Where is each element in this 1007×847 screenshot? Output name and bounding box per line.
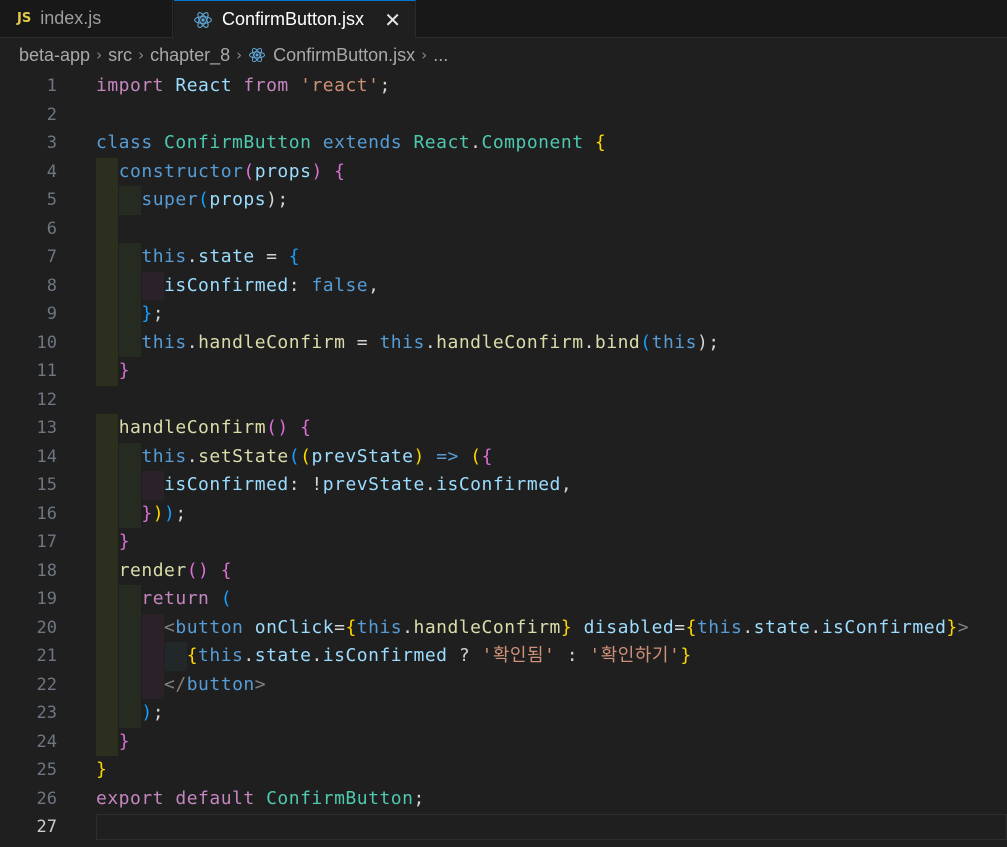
code-text: </button> [164, 673, 267, 695]
code-line: 5 super(props); [0, 186, 1007, 215]
line-number: 2 [46, 104, 57, 125]
react-icon [249, 47, 266, 63]
code-line: 24 } [0, 727, 1007, 756]
code-line: 16 })); [0, 499, 1007, 528]
tab-label: ConfirmButton.jsx [222, 9, 365, 29]
code-text: } [118, 730, 131, 752]
line-number: 5 [46, 190, 57, 210]
current-line-highlight [96, 814, 1007, 840]
code-text: export default ConfirmButton; [96, 787, 425, 809]
code-line: 26 export default ConfirmButton; [0, 785, 1007, 814]
chevron-right-icon: › [138, 46, 145, 64]
code-text: this.state = { [141, 246, 301, 267]
line-number: 24 [36, 731, 57, 752]
code-line: 23 ); [0, 699, 1007, 728]
line-number: 6 [46, 218, 57, 239]
line-number: 3 [46, 133, 57, 153]
code-line: 4 constructor(props) { [0, 157, 1007, 186]
code-text: } [118, 360, 131, 381]
chevron-right-icon: › [96, 46, 103, 64]
code-line: 20 <button onClick={this.handleConfirm} … [0, 613, 1007, 642]
code-line: 2 [0, 101, 1007, 130]
line-number: 11 [36, 361, 57, 381]
code-line: 6 [0, 214, 1007, 243]
tab-index-js[interactable]: JS index.js [0, 0, 173, 37]
line-number: 27 [36, 817, 57, 837]
code-text: this.setState((prevState) => ({ [141, 445, 493, 467]
chevron-right-icon: › [236, 46, 243, 64]
code-line: 12 [0, 386, 1007, 415]
code-line: 15 isConfirmed: !prevState.isConfirmed, [0, 471, 1007, 500]
code-text: this.handleConfirm = this.handleConfirm.… [141, 331, 720, 353]
breadcrumb-item-beta-app[interactable]: beta-app [19, 45, 90, 66]
code-line: 8 isConfirmed: false, [0, 271, 1007, 300]
line-number: 19 [36, 589, 57, 609]
line-number: 12 [36, 389, 57, 410]
line-number: 23 [36, 703, 57, 723]
code-text: super(props); [141, 189, 289, 210]
line-number: 18 [36, 560, 57, 581]
line-number: 20 [36, 617, 57, 638]
breadcrumb-item-symbols[interactable]: ... [433, 45, 448, 66]
line-number: 21 [36, 646, 57, 666]
code-line-current: 27 [0, 813, 1007, 842]
line-number: 8 [46, 275, 57, 296]
code-line: 19 return ( [0, 585, 1007, 614]
breadcrumb-item-src[interactable]: src [108, 45, 132, 66]
line-number: 10 [36, 332, 57, 353]
tab-label: index.js [40, 8, 102, 28]
code-line: 21 {this.state.isConfirmed ? '확인됨' : '확인… [0, 642, 1007, 671]
code-text: render() { [118, 559, 233, 581]
chevron-right-icon: › [421, 46, 428, 64]
code-line: 7 this.state = { [0, 243, 1007, 272]
close-icon[interactable]: ✕ [384, 8, 401, 32]
code-text: }; [141, 303, 165, 324]
code-line: 10 this.handleConfirm = this.handleConfi… [0, 328, 1007, 357]
breadcrumb: beta-app › src › chapter_8 › ConfirmButt… [0, 38, 1007, 72]
line-number: 4 [46, 161, 57, 182]
tab-confirmbutton-jsx[interactable]: ConfirmButton.jsx ✕ [174, 0, 416, 38]
indent-guide [96, 214, 118, 243]
code-line: 3 class ConfirmButton extends React.Comp… [0, 129, 1007, 158]
code-line: 1 import React from 'react'; [0, 72, 1007, 101]
code-line: 9 }; [0, 300, 1007, 329]
code-line: 14 this.setState((prevState) => ({ [0, 442, 1007, 471]
code-text: isConfirmed: false, [164, 274, 380, 296]
code-line: 22 </button> [0, 670, 1007, 699]
code-text: } [118, 531, 131, 552]
code-text: })); [141, 502, 187, 524]
js-icon: JS [17, 11, 32, 26]
code-text: ); [141, 702, 165, 723]
code-text: } [96, 759, 108, 780]
code-text: return ( [141, 588, 233, 609]
code-text: {this.state.isConfirmed ? '확인됨' : '확인하기'… [186, 645, 692, 666]
line-number: 26 [36, 788, 57, 809]
code-line: 18 render() { [0, 556, 1007, 585]
line-number: 9 [46, 304, 57, 324]
code-text: constructor(props) { [118, 160, 346, 182]
line-number: 22 [36, 674, 57, 695]
line-number: 17 [36, 532, 57, 552]
code-text: class ConfirmButton extends React.Compon… [96, 132, 607, 153]
line-number: 15 [36, 475, 57, 495]
code-line: 17 } [0, 528, 1007, 557]
line-number: 7 [46, 247, 57, 267]
line-number: 25 [36, 760, 57, 780]
code-line: 25 } [0, 756, 1007, 785]
editor-tab-bar: JS index.js ConfirmButton.jsx ✕ [0, 0, 1007, 38]
code-text: import React from 'react'; [96, 75, 391, 96]
react-icon [194, 11, 212, 28]
line-number: 1 [46, 76, 57, 96]
line-number: 14 [36, 446, 57, 467]
code-line: 13 handleConfirm() { [0, 414, 1007, 443]
code-line: 11 } [0, 357, 1007, 386]
code-text: <button onClick={this.handleConfirm} dis… [164, 616, 970, 638]
code-text: handleConfirm() { [118, 417, 312, 438]
breadcrumb-item-chapter-8[interactable]: chapter_8 [150, 45, 230, 66]
line-number: 16 [36, 503, 57, 524]
line-number: 13 [36, 418, 57, 438]
code-text: isConfirmed: !prevState.isConfirmed, [164, 474, 573, 495]
breadcrumb-item-file[interactable]: ConfirmButton.jsx [273, 45, 415, 66]
